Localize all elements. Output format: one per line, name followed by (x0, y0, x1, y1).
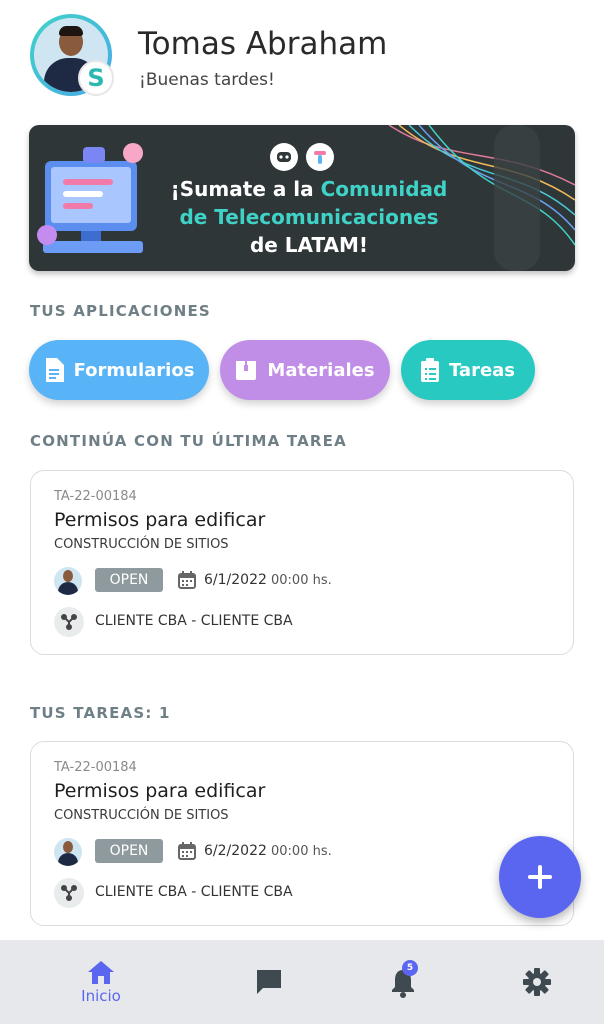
chat-icon (257, 970, 281, 994)
nav-home[interactable]: Inicio (70, 940, 132, 1024)
nav-notifications[interactable]: 5 (372, 940, 434, 1024)
gear-icon (523, 968, 551, 996)
task-client: CLIENTE CBA - CLIENTE CBA (95, 613, 293, 629)
user-name: Tomas Abraham (138, 26, 388, 62)
assignee-avatar (54, 838, 82, 866)
task-name: Permisos para edificar (54, 780, 266, 802)
formularios-label: Formularios (73, 359, 195, 381)
community-logo-icon (306, 143, 334, 171)
task-client: CLIENTE CBA - CLIENTE CBA (95, 884, 293, 900)
home-icon (88, 961, 114, 984)
status-badge: OPEN (95, 568, 163, 592)
profile-header: S Tomas Abraham ¡Buenas tardes! (30, 14, 590, 104)
clipboard-icon (420, 358, 439, 382)
box-icon (236, 361, 257, 380)
task-date: 6/2/2022 (204, 843, 267, 859)
task-card[interactable]: TA-22-00184 Permisos para edificar CONST… (30, 741, 574, 926)
apps-section-title: TUS APLICACIONES (30, 302, 211, 320)
tareas-label: Tareas (448, 359, 516, 381)
materiales-button[interactable]: Materiales (220, 340, 390, 400)
task-time: 00:00 hs. (271, 573, 332, 588)
community-banner[interactable]: ¡Sumate a la Comunidad de Telecomunicaci… (29, 125, 575, 271)
calendar-icon (178, 842, 196, 860)
nav-home-label: Inicio (81, 987, 121, 1005)
task-date: 6/1/2022 (204, 572, 267, 588)
assignee-avatar (54, 567, 82, 595)
last-task-section-title: CONTINÚA CON TU ÚLTIMA TAREA (30, 432, 347, 450)
materiales-label: Materiales (267, 359, 375, 381)
add-task-button[interactable] (499, 836, 581, 918)
task-code: TA-22-00184 (54, 489, 137, 504)
task-time: 00:00 hs. (271, 844, 332, 859)
bottom-navigation: Inicio 5 (0, 940, 604, 1024)
notification-count-badge: 5 (402, 960, 418, 976)
banner-headline: ¡Sumate a la Comunidad de Telecomunicaci… (170, 177, 448, 257)
status-badge: OPEN (95, 839, 163, 863)
task-category: CONSTRUCCIÓN DE SITIOS (54, 537, 229, 552)
nav-messages[interactable] (238, 940, 300, 1024)
greeting-text: ¡Buenas tardes! (139, 70, 275, 90)
calendar-icon (178, 571, 196, 589)
avatar[interactable]: S (30, 14, 114, 96)
task-category: CONSTRUCCIÓN DE SITIOS (54, 808, 229, 823)
nav-settings[interactable] (506, 940, 568, 1024)
my-tasks-section-title: TUS TAREAS: 1 (30, 704, 171, 722)
app-logo-badge: S (78, 60, 114, 96)
last-task-card[interactable]: TA-22-00184 Permisos para edificar CONST… (30, 470, 574, 655)
my-tasks-count: 1 (158, 704, 171, 722)
task-name: Permisos para edificar (54, 509, 266, 531)
tareas-button[interactable]: Tareas (401, 340, 535, 400)
plus-icon (528, 865, 552, 889)
client-icon (54, 878, 84, 908)
discord-icon (270, 143, 298, 171)
client-icon (54, 607, 84, 637)
document-icon (45, 358, 64, 382)
computer-illustration (37, 143, 143, 253)
task-code: TA-22-00184 (54, 760, 137, 775)
formularios-button[interactable]: Formularios (29, 340, 209, 400)
